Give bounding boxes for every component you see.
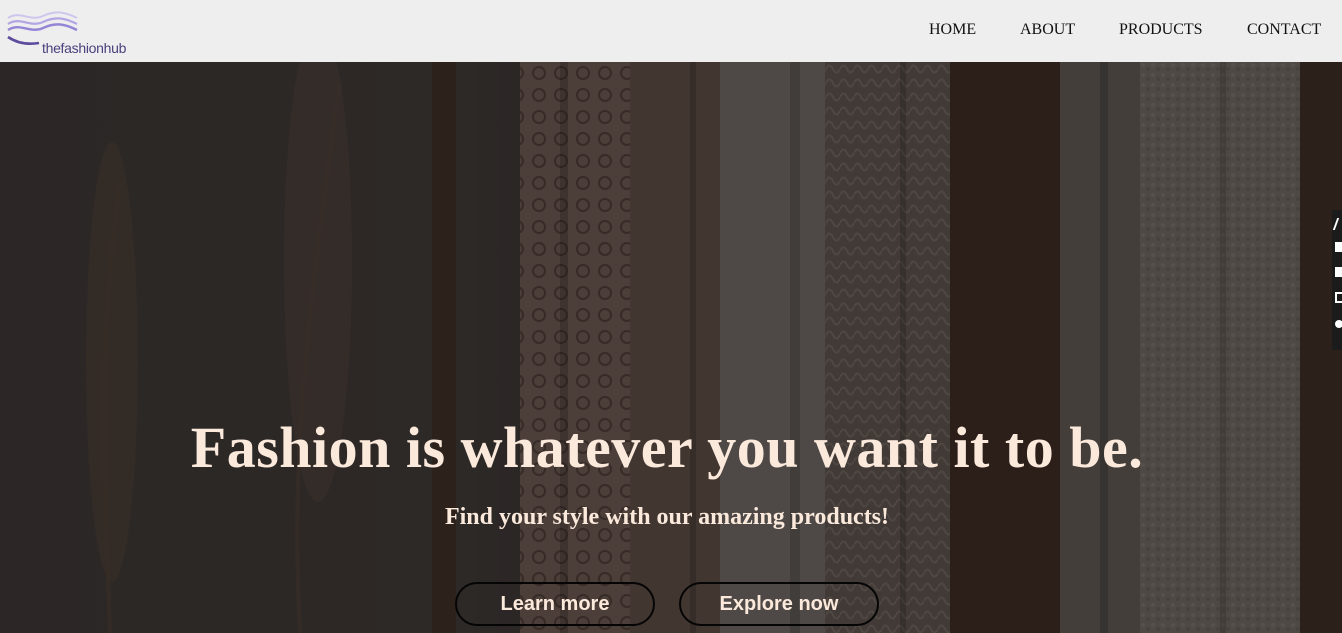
- copy-icon[interactable]: [1335, 292, 1342, 303]
- nav-link-about[interactable]: ABOUT: [1020, 21, 1075, 39]
- settings-icon[interactable]: [1335, 320, 1342, 328]
- nav-link-contact[interactable]: CONTACT: [1247, 21, 1321, 39]
- brand-logo-text: thefashionhub: [42, 40, 127, 56]
- hero-section: Fashion is whatever you want it to be. F…: [0, 62, 1342, 633]
- hero-title: Fashion is whatever you want it to be.: [190, 415, 1144, 480]
- nav-link-products[interactable]: PRODUCTS: [1119, 21, 1203, 39]
- nav-link-home[interactable]: HOME: [929, 21, 976, 39]
- brand-logo[interactable]: thefashionhub: [5, 10, 135, 58]
- hero-dark-overlay: [0, 62, 1342, 633]
- learn-more-button[interactable]: Learn more: [455, 582, 655, 626]
- hero-subtitle: Find your style with our amazing product…: [444, 504, 890, 530]
- side-toolbar: [1332, 210, 1342, 350]
- explore-now-button[interactable]: Explore now: [679, 582, 879, 626]
- square-icon[interactable]: [1335, 267, 1342, 277]
- screen-icon[interactable]: [1335, 242, 1342, 252]
- top-navbar: thefashionhub HOME ABOUT PRODUCTS CONTAC…: [0, 0, 1342, 62]
- edit-icon[interactable]: [1332, 218, 1342, 230]
